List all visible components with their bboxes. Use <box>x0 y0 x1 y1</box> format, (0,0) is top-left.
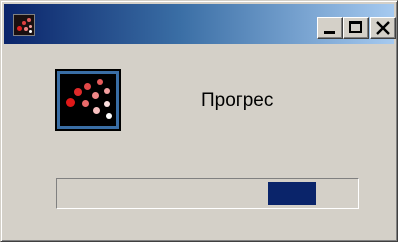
icon-dot <box>97 79 103 85</box>
minimize-icon <box>324 31 335 34</box>
icon-dot <box>27 18 31 22</box>
icon-dot <box>17 26 22 31</box>
icon-dot <box>82 100 89 107</box>
app-icon-large <box>55 69 121 131</box>
icon-dot <box>84 83 91 90</box>
icon-dot <box>74 88 82 96</box>
close-button[interactable] <box>370 17 396 39</box>
title-bar[interactable] <box>4 4 396 44</box>
progress-indicator <box>268 182 316 205</box>
app-icon[interactable] <box>13 14 35 36</box>
close-icon <box>376 21 390 35</box>
icon-dot <box>106 113 112 119</box>
icon-dot <box>92 92 99 99</box>
maximize-button[interactable] <box>343 17 369 39</box>
icon-dot <box>24 27 28 31</box>
icon-dot <box>29 25 32 28</box>
progress-bar <box>56 178 359 209</box>
icon-dot <box>66 98 75 107</box>
minimize-button[interactable] <box>317 17 343 39</box>
icon-dot <box>104 88 110 94</box>
progress-label: Прогрес <box>201 90 274 111</box>
icon-dot <box>93 107 100 114</box>
icon-dot <box>29 30 32 33</box>
icon-dot <box>22 21 26 25</box>
scatter-dots-icon <box>60 74 116 126</box>
maximize-icon <box>349 21 362 33</box>
dialog-window: Прогрес <box>0 0 398 242</box>
icon-dot <box>104 101 110 107</box>
